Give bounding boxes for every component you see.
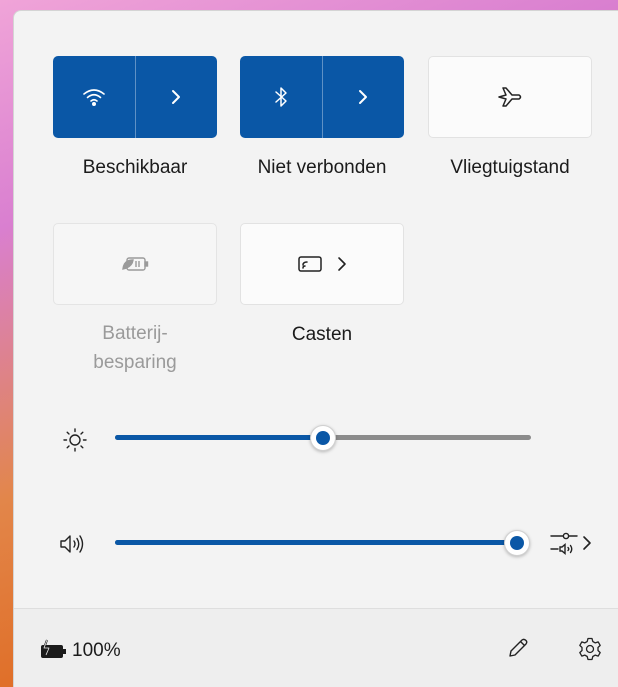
wifi-tile[interactable] [53, 56, 217, 138]
volume-slider-fill [115, 540, 517, 545]
battery-saver-label: Batterij- besparing [93, 323, 177, 373]
chevron-right-icon [170, 88, 182, 106]
airplane-mode-label: Vliegtuigstand [450, 157, 570, 178]
chevron-right-icon [337, 256, 347, 272]
speaker-icon[interactable] [58, 532, 88, 556]
quick-settings-footer: 100% [14, 608, 618, 687]
chevron-right-icon [357, 88, 369, 106]
pencil-icon[interactable] [506, 636, 530, 660]
battery-saver-icon [120, 255, 150, 273]
cast-label: Casten [291, 324, 353, 345]
bluetooth-icon [273, 86, 289, 108]
volume-slider[interactable] [115, 529, 530, 556]
brightness-slider[interactable] [115, 424, 531, 451]
brightness-icon [62, 427, 88, 453]
quick-settings-panel: Beschikbaar Niet verbonden Vliegtuigstan… [13, 10, 618, 687]
bluetooth-label: Niet verbonden [257, 157, 387, 178]
battery-percentage[interactable]: 100% [72, 640, 121, 662]
airplane-mode-tile[interactable] [428, 56, 592, 138]
gear-icon[interactable] [577, 636, 603, 662]
battery-saver-tile[interactable] [53, 223, 217, 305]
bluetooth-expand-button[interactable] [321, 56, 405, 138]
volume-slider-thumb[interactable] [504, 529, 530, 556]
cast-icon [297, 254, 323, 274]
battery-charging-icon[interactable] [38, 639, 70, 661]
bluetooth-tile[interactable] [240, 56, 404, 138]
airplane-icon [496, 85, 524, 109]
brightness-slider-fill [115, 435, 323, 440]
audio-output-icon [549, 529, 579, 557]
wifi-label: Beschikbaar [82, 157, 188, 178]
audio-output-button[interactable] [549, 529, 592, 557]
wifi-expand-button[interactable] [134, 56, 218, 138]
wifi-icon [82, 87, 106, 107]
cast-tile[interactable] [240, 223, 404, 305]
brightness-slider-thumb[interactable] [310, 424, 336, 451]
chevron-right-icon [582, 535, 592, 551]
wifi-toggle-button[interactable] [53, 56, 135, 138]
bluetooth-toggle-button[interactable] [240, 56, 322, 138]
